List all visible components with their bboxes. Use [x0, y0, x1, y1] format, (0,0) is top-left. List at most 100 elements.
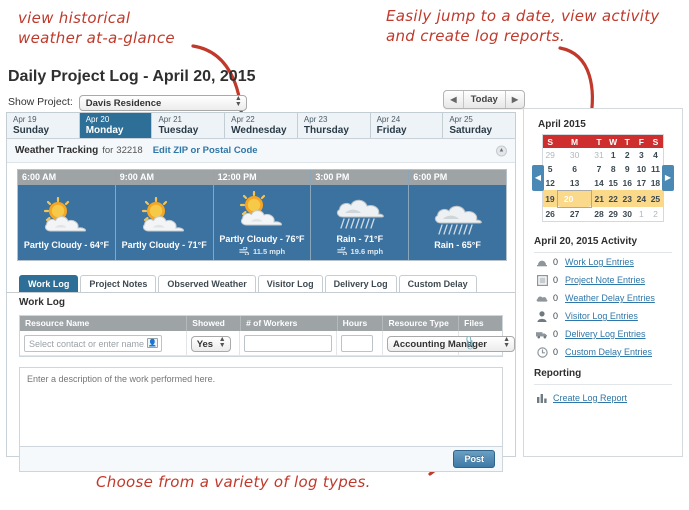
- create-log-report-link[interactable]: Create Log Report: [553, 393, 627, 403]
- weather-for-label: for: [102, 145, 114, 156]
- tab-visitor-log[interactable]: Visitor Log: [257, 275, 323, 293]
- day-tab-wednesday[interactable]: Apr 22 Wednesday: [225, 113, 298, 138]
- day-tab-strip[interactable]: Apr 19 Sunday Apr 20 Monday Apr 21 Tuesday Apr…: [6, 112, 516, 138]
- annotation-bottom-text: Choose from a variety of log types.: [96, 473, 371, 491]
- edit-zip-link[interactable]: Edit ZIP or Postal Code: [153, 145, 258, 156]
- column-header-showed: Showed: [187, 316, 242, 331]
- activity-row[interactable]: 0 Work Log Entries: [534, 253, 672, 271]
- calendar-day-cell[interactable]: 15: [606, 176, 621, 190]
- calendar-day-cell[interactable]: 23: [620, 190, 635, 207]
- tab-observed-weather[interactable]: Observed Weather: [158, 275, 256, 293]
- calendar-day-cell[interactable]: 18: [648, 176, 663, 190]
- work-description-textarea[interactable]: [19, 367, 503, 447]
- calendar-wrapper: ◀ SMTWTFS 29 30 31 1 2 3 4 5 6 7 8 9 10 11 12 13 14 15 16 1…: [532, 134, 674, 222]
- activity-label[interactable]: Weather Delay Entries: [565, 293, 655, 303]
- calendar-weekday: M: [557, 135, 592, 148]
- calendar-day-cell[interactable]: 13: [557, 176, 592, 190]
- calendar-day-cell[interactable]: 21: [591, 190, 607, 207]
- calendar-day-cell[interactable]: 2: [648, 207, 663, 221]
- activity-row[interactable]: 0 Weather Delay Entries: [534, 289, 672, 307]
- calendar-day-cell[interactable]: 25: [648, 190, 663, 207]
- calendar-day-cell[interactable]: 20: [556, 189, 593, 208]
- calendar-day-cell[interactable]: 19: [543, 190, 558, 207]
- calendar-day-cell[interactable]: 26: [543, 207, 558, 221]
- calendar-day-cell[interactable]: 31: [591, 148, 607, 162]
- calendar-day-cell[interactable]: 17: [634, 176, 649, 190]
- showed-select[interactable]: Yes: [190, 336, 231, 352]
- calendar-day-cell[interactable]: 8: [606, 162, 621, 176]
- clock-icon: [536, 346, 548, 358]
- weather-time-label: 9:00 AM: [115, 170, 213, 185]
- activity-row[interactable]: 0 Project Note Entries: [534, 271, 672, 289]
- resource-name-input[interactable]: [24, 335, 162, 353]
- calendar-day-cell[interactable]: 2: [620, 148, 635, 162]
- day-tab-sunday[interactable]: Apr 19 Sunday: [7, 113, 80, 138]
- day-tab-date: Apr 24: [376, 115, 401, 124]
- calendar-day-cell[interactable]: 24: [634, 190, 649, 207]
- calendar-week-row: 19 20 21 22 23 24 25: [543, 189, 663, 208]
- calendar-day-cell[interactable]: 1: [606, 148, 621, 162]
- calendar-day-cell[interactable]: 29: [606, 207, 621, 221]
- calendar[interactable]: SMTWTFS 29 30 31 1 2 3 4 5 6 7 8 9 10 11 12 13 14 15 16 17 1…: [542, 134, 664, 222]
- calendar-day-cell[interactable]: 12: [543, 176, 558, 190]
- calendar-day-cell[interactable]: 7: [591, 162, 607, 176]
- create-log-report-row[interactable]: Create Log Report: [534, 385, 672, 403]
- wind-speed-text: 19.6 mph: [350, 247, 384, 256]
- weather-cell-1200pm: 12:00 PM Partly Cloudy - 76°F 11.5 mph: [213, 170, 312, 260]
- tab-delivery-log[interactable]: Delivery Log: [324, 275, 397, 293]
- note-icon: [536, 274, 548, 286]
- cloud-icon: [536, 293, 548, 304]
- day-tab-tuesday[interactable]: Apr 21 Tuesday: [152, 113, 226, 138]
- calendar-day-cell[interactable]: 14: [591, 176, 607, 190]
- day-tab-friday[interactable]: Apr 24 Friday: [370, 113, 444, 138]
- column-header-files: Files: [464, 318, 484, 328]
- calendar-day-cell[interactable]: 22: [606, 190, 621, 207]
- log-type-tabs[interactable]: Work Log Project Notes Observed Weather Vis…: [19, 275, 479, 293]
- tab-custom-delay[interactable]: Custom Delay: [398, 275, 477, 293]
- weather-cell-600pm: 6:00 PM Rain - 65°F: [409, 170, 506, 260]
- date-nav-group[interactable]: ◀ Today ▶: [443, 90, 525, 109]
- calendar-day-cell[interactable]: 30: [557, 148, 592, 162]
- activity-row[interactable]: 0 Delivery Log Entries: [534, 325, 672, 343]
- today-button[interactable]: Today: [464, 91, 506, 108]
- prev-day-button[interactable]: ◀: [444, 91, 464, 108]
- resource-type-select[interactable]: Accounting Manager: [387, 336, 515, 352]
- calendar-day-cell[interactable]: 1: [634, 207, 649, 221]
- calendar-day-cell[interactable]: 10: [634, 162, 649, 176]
- calendar-day-cell[interactable]: 3: [634, 148, 649, 162]
- activity-label[interactable]: Visitor Log Entries: [565, 311, 638, 321]
- day-tab-thursday[interactable]: Apr 23 Thursday: [297, 113, 371, 138]
- activity-label[interactable]: Work Log Entries: [565, 257, 634, 267]
- next-day-button[interactable]: ▶: [506, 91, 524, 108]
- activity-label[interactable]: Project Note Entries: [565, 275, 645, 285]
- activity-row[interactable]: 0 Visitor Log Entries: [534, 307, 672, 325]
- calendar-day-cell[interactable]: 4: [648, 148, 663, 162]
- calendar-next-month-button[interactable]: ▶: [662, 165, 674, 191]
- calendar-day-cell[interactable]: 5: [543, 162, 558, 176]
- day-tab-saturday[interactable]: Apr 25 Saturday: [443, 113, 516, 138]
- activity-label[interactable]: Custom Delay Entries: [565, 347, 652, 357]
- calendar-day-cell[interactable]: 30: [620, 207, 635, 221]
- calendar-day-cell[interactable]: 11: [648, 162, 663, 176]
- calendar-day-cell[interactable]: 27: [557, 207, 592, 221]
- calendar-day-cell[interactable]: 9: [620, 162, 635, 176]
- hours-input[interactable]: [341, 334, 374, 352]
- num-workers-input[interactable]: [244, 334, 333, 352]
- activity-label[interactable]: Delivery Log Entries: [565, 329, 646, 339]
- calendar-prev-month-button[interactable]: ◀: [532, 165, 544, 191]
- calendar-body[interactable]: 29 30 31 1 2 3 4 5 6 7 8 9 10 11 12 13 14 15 16 17 18 19 20 21 2…: [543, 148, 663, 221]
- activity-count: 0: [553, 275, 559, 285]
- day-tab-monday[interactable]: Apr 20 Monday: [79, 113, 153, 138]
- activity-row[interactable]: 0 Custom Delay Entries: [534, 343, 672, 361]
- project-select[interactable]: Davis Residence: [78, 95, 247, 111]
- tab-work-log[interactable]: Work Log: [19, 275, 79, 293]
- calendar-day-cell[interactable]: 16: [620, 176, 635, 190]
- collapse-icon[interactable]: ▲: [496, 145, 507, 156]
- calendar-day-cell[interactable]: 28: [591, 207, 607, 221]
- calendar-day-cell[interactable]: 29: [543, 148, 558, 162]
- contact-picker-icon[interactable]: 👤: [147, 338, 158, 348]
- calendar-day-cell[interactable]: 6: [557, 162, 592, 176]
- tab-project-notes[interactable]: Project Notes: [80, 275, 157, 293]
- calendar-week-row: 26 27 28 29 30 1 2: [543, 207, 663, 221]
- post-button[interactable]: Post: [453, 450, 495, 468]
